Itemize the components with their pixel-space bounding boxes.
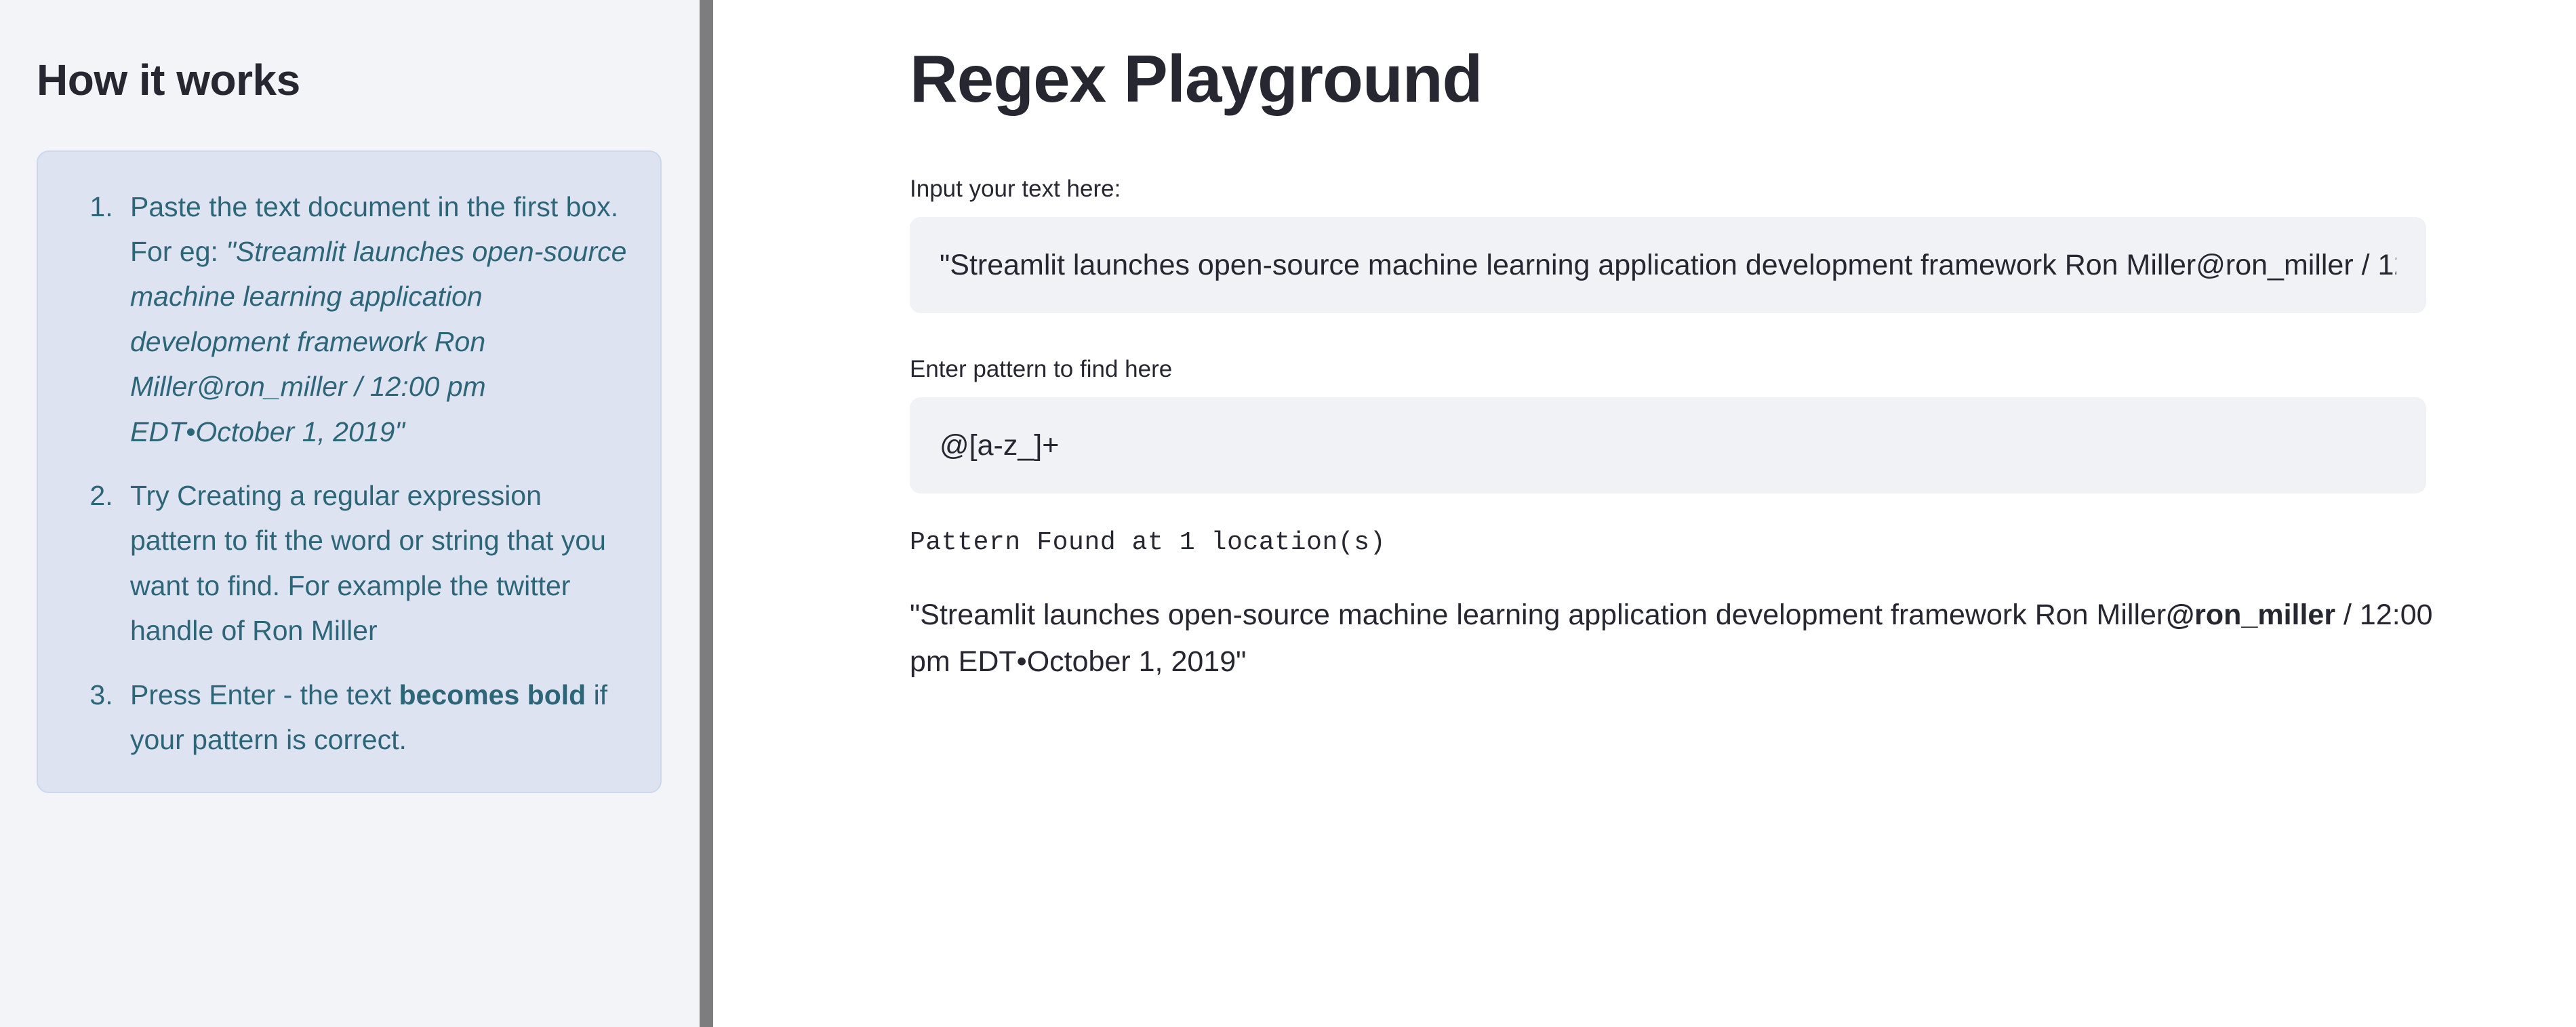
sidebar: How it works Paste the text document in … — [0, 0, 700, 1027]
search-text-input[interactable] — [910, 216, 2426, 313]
sidebar-content: How it works Paste the text document in … — [0, 0, 700, 794]
result-before-match: "Streamlit launches open-source machine … — [910, 598, 2167, 631]
pattern-input-group: Enter pattern to find here — [910, 353, 2576, 494]
pattern-input-label: Enter pattern to find here — [910, 355, 1173, 382]
main-panel: Regex Playground Input your text here: E… — [713, 0, 2576, 1027]
step-1-example-text: "Streamlit launches open-source machine … — [130, 236, 627, 447]
step-2-text: Try Creating a regular expression patter… — [130, 480, 606, 647]
text-input-label: Input your text here: — [910, 175, 1121, 202]
how-it-works-list: Paste the text document in the first box… — [65, 184, 633, 763]
sidebar-resize-handle[interactable] — [700, 0, 713, 1027]
result-matched-text: @ron_miller — [2166, 598, 2336, 631]
sidebar-heading: How it works — [37, 56, 300, 104]
step-3-lead-text: Press Enter - the text — [130, 679, 399, 710]
app-root: How it works Paste the text document in … — [0, 0, 2576, 1027]
text-input-group: Input your text here: — [910, 172, 2576, 313]
list-item: Press Enter - the text becomes bold if y… — [121, 672, 633, 763]
main-content: Regex Playground Input your text here: E… — [713, 0, 2576, 686]
list-item: Paste the text document in the first box… — [121, 184, 633, 454]
regex-pattern-input[interactable] — [910, 397, 2426, 494]
how-it-works-info-box: Paste the text document in the first box… — [37, 150, 662, 794]
list-item: Try Creating a regular expression patter… — [121, 473, 633, 653]
pattern-match-status: Pattern Found at 1 location(s) — [910, 527, 1386, 557]
result-text: "Streamlit launches open-source machine … — [910, 592, 2435, 686]
step-3-bold-text: becomes bold — [399, 679, 586, 710]
page-title: Regex Playground — [910, 41, 1483, 116]
